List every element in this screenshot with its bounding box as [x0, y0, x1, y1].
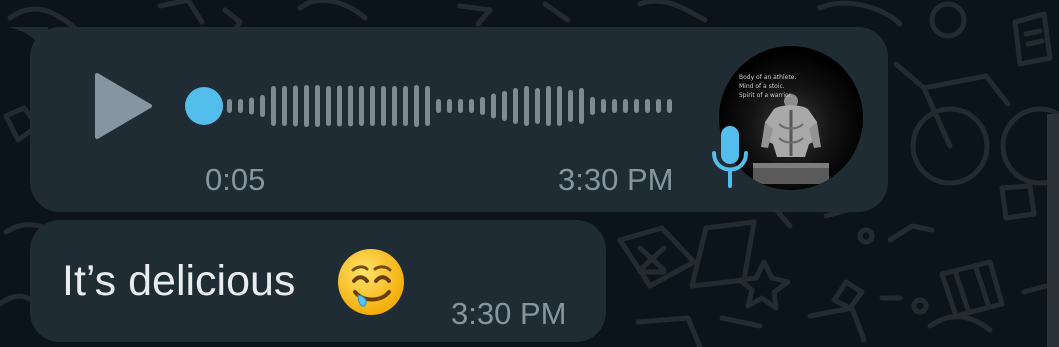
waveform-bar — [326, 86, 331, 126]
waveform-bar — [513, 88, 518, 124]
waveform-bar — [469, 99, 474, 113]
avatar-caption-line: Mind of a stoic. — [739, 83, 785, 90]
waveform-bar — [227, 99, 232, 113]
message-text: It’s delicious — [62, 257, 296, 305]
waveform-bar — [425, 86, 430, 126]
avatar-caption: Body of an athlete. Mind of a stoic. Spi… — [739, 73, 849, 100]
voice-waveform[interactable] — [185, 78, 690, 134]
waveform-bar — [612, 99, 617, 113]
avatar-caption-line: Spirit of a warrior. — [739, 92, 793, 99]
waveform-bar — [414, 85, 419, 127]
waveform-bar — [359, 86, 364, 126]
waveform-bar — [557, 86, 562, 126]
waveform-bar — [634, 99, 639, 113]
waveform-bar — [370, 86, 375, 126]
waveform-bar — [403, 86, 408, 126]
waveform-bar — [502, 91, 507, 121]
drooling-face-emoji — [338, 249, 404, 315]
waveform-bar — [392, 86, 397, 126]
waveform-bar — [546, 86, 551, 126]
microphone-icon — [712, 126, 748, 188]
voice-message-time: 3:30 PM — [558, 162, 674, 197]
waveform-bar — [524, 86, 529, 126]
waveform-bar — [381, 86, 386, 126]
waveform-bar — [579, 88, 584, 124]
text-message-time: 3:30 PM — [451, 296, 567, 331]
waveform-bar — [238, 99, 243, 113]
waveform-bar — [623, 99, 628, 113]
waveform-bar — [458, 99, 463, 113]
play-icon[interactable] — [92, 73, 152, 139]
waveform-bar — [249, 97, 254, 115]
waveform-bar — [337, 85, 342, 127]
voice-duration: 0:05 — [205, 162, 266, 197]
waveform-bar — [480, 97, 485, 115]
waveform-bar — [656, 99, 661, 113]
waveform-bar — [260, 95, 265, 117]
waveform-bar — [293, 85, 298, 127]
waveform-bar — [535, 88, 540, 124]
avatar-caption-line: Body of an athlete. — [739, 74, 797, 81]
waveform-bar — [590, 97, 595, 115]
edge-panel — [1047, 114, 1059, 347]
playback-position-knob[interactable] — [185, 87, 223, 125]
waveform-bar — [304, 85, 309, 127]
waveform-bar — [667, 99, 672, 113]
waveform-bar — [436, 99, 441, 113]
waveform-bar — [601, 99, 606, 113]
waveform-bar — [348, 85, 353, 127]
waveform-bar — [645, 99, 650, 113]
waveform-bar — [491, 93, 496, 119]
waveform-bar — [315, 85, 320, 127]
waveform-bar — [271, 86, 276, 126]
waveform-bar — [568, 90, 573, 122]
waveform-bar — [447, 99, 452, 113]
waveform-bar — [282, 86, 287, 126]
